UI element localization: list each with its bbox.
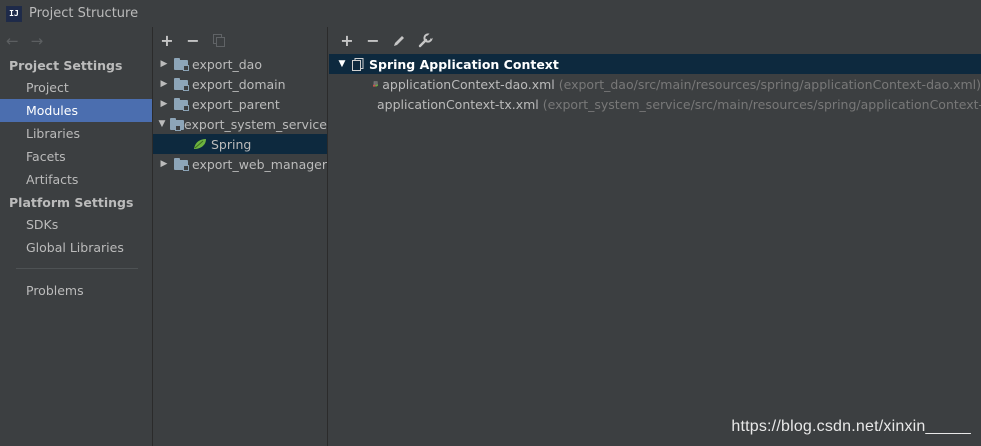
tree-item-export-web-manager[interactable]: ▶ export_web_manager (153, 154, 327, 174)
history-nav: ← → (0, 27, 152, 54)
add-context-button[interactable]: + (339, 32, 355, 49)
nav-item-modules[interactable]: Modules (0, 99, 152, 122)
module-label: export_parent (192, 96, 280, 112)
spring-xml-file-icon (373, 81, 379, 87)
watermark-text: https://blog.csdn.net/xinxin_____ (731, 418, 971, 435)
remove-context-button[interactable]: − (365, 32, 381, 49)
tree-item-export-dao[interactable]: ▶ export_dao (153, 54, 327, 74)
nav-item-artifacts[interactable]: Artifacts (0, 168, 152, 191)
module-label: export_system_service (184, 116, 327, 132)
collapse-arrow-icon[interactable]: ▼ (157, 119, 167, 129)
module-label: export_web_manager (191, 156, 327, 172)
expand-arrow-icon[interactable]: ▶ (157, 99, 171, 109)
facet-label: Spring (211, 136, 252, 152)
copy-icon[interactable] (211, 33, 227, 49)
section-project-settings: Project Settings (9, 58, 123, 73)
file-name: applicationContext-dao.xml (382, 76, 555, 92)
tree-item-spring-facet[interactable]: Spring (153, 134, 327, 154)
add-module-button[interactable]: + (159, 32, 175, 49)
sidebar-divider (16, 268, 138, 269)
file-path: (export_system_service/src/main/resource… (542, 96, 981, 112)
window-title: Project Structure (29, 6, 139, 21)
app-icon-text: IJ (7, 6, 21, 21)
nav-item-global-libraries[interactable]: Global Libraries (0, 236, 152, 259)
arrow-right-icon[interactable]: → (31, 32, 44, 50)
spring-facet-panel: + − ▼ Spring Application Context applica… (329, 27, 981, 446)
section-platform-settings: Platform Settings (9, 195, 134, 210)
module-folder-icon (174, 78, 189, 91)
context-files-icon (352, 57, 364, 71)
nav-item-sdks[interactable]: SDKs (0, 213, 152, 236)
module-folder-icon (170, 118, 185, 131)
spring-application-context-node[interactable]: ▼ Spring Application Context (329, 54, 981, 74)
nav-item-facets[interactable]: Facets (0, 145, 152, 168)
spring-leaf-icon (194, 139, 206, 149)
context-toolbar: + − (329, 27, 981, 54)
modules-toolbar: + − (153, 27, 327, 54)
module-label: export_domain (192, 76, 286, 92)
pencil-icon[interactable] (391, 33, 407, 49)
title-bar: IJ Project Structure (0, 0, 981, 27)
context-file-row[interactable]: applicationContext-tx.xml (export_system… (329, 94, 981, 114)
modules-panel: + − ▶ export_dao ▶ export_domain ▶ expor… (152, 27, 328, 446)
expand-arrow-icon[interactable]: ▶ (157, 59, 171, 69)
collapse-arrow-icon[interactable]: ▼ (335, 59, 349, 69)
nav-item-libraries[interactable]: Libraries (0, 122, 152, 145)
file-name: applicationContext-tx.xml (377, 96, 539, 112)
file-path: (export_dao/src/main/resources/spring/ap… (558, 76, 981, 92)
arrow-left-icon[interactable]: ← (6, 32, 19, 50)
nav-item-problems[interactable]: Problems (0, 279, 152, 302)
expand-arrow-icon[interactable]: ▶ (157, 79, 171, 89)
intellij-app-icon: IJ (6, 5, 22, 22)
tree-item-export-parent[interactable]: ▶ export_parent (153, 94, 327, 114)
context-file-row[interactable]: applicationContext-dao.xml (export_dao/s… (329, 74, 981, 94)
expand-arrow-icon[interactable]: ▶ (157, 159, 171, 169)
module-folder-icon (173, 158, 189, 171)
module-folder-icon (174, 98, 189, 111)
tree-item-export-domain[interactable]: ▶ export_domain (153, 74, 327, 94)
module-folder-icon (174, 58, 189, 71)
wrench-icon[interactable] (417, 33, 433, 49)
nav-item-project[interactable]: Project (0, 76, 152, 99)
tree-item-export-system-service[interactable]: ▼ export_system_service (153, 114, 327, 134)
remove-module-button[interactable]: − (185, 32, 201, 49)
module-label: export_dao (192, 56, 262, 72)
settings-sidebar: ← → Project Settings Project Modules Lib… (0, 27, 152, 446)
context-label: Spring Application Context (369, 56, 559, 72)
